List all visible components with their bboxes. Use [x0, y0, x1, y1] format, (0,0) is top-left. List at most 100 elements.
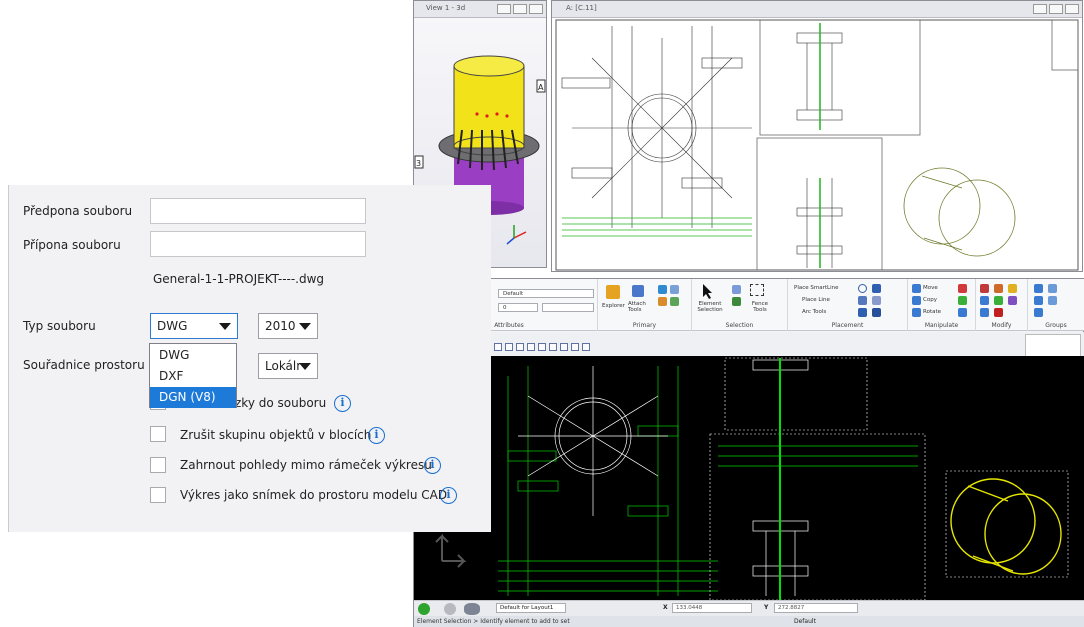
group-tool-icon[interactable]: [1048, 296, 1057, 305]
coordinate-space-dropdown[interactable]: Lokálr: [258, 353, 318, 379]
place-line-button[interactable]: Place Line: [802, 297, 830, 303]
selection-tool-icon[interactable]: [732, 297, 741, 306]
move-button[interactable]: Move: [923, 285, 938, 291]
file-type-value: DWG: [157, 319, 188, 333]
drawing-sheet: [555, 19, 1079, 271]
checkbox-references-label: zky do souboru: [235, 396, 327, 410]
cad-model-view[interactable]: [488, 356, 1084, 601]
view-minimize-button[interactable]: [497, 4, 511, 14]
file-type-dropdown[interactable]: DWG: [150, 313, 238, 339]
ribbon-group-modify: Modify: [976, 279, 1028, 331]
group-tool-icon[interactable]: [1048, 284, 1057, 293]
export-dialog: Předpona souboru Přípona souboru General…: [0, 185, 491, 532]
placement-tool-icon[interactable]: [858, 296, 867, 305]
view-toolbar: [414, 332, 1084, 356]
checkbox-drawing-as-snapshot[interactable]: [150, 487, 166, 503]
placement-tool-icon[interactable]: [858, 308, 867, 317]
z-axis-icon: [506, 237, 515, 245]
file-type-option-dwg[interactable]: DWG: [150, 345, 236, 366]
section-tag-3: 3: [416, 159, 421, 168]
text-tool-icon[interactable]: [872, 308, 881, 317]
copy-button[interactable]: Copy: [923, 297, 937, 303]
view-tool-icon[interactable]: [505, 343, 513, 351]
copy-icon[interactable]: [912, 296, 921, 305]
view-tool-icon[interactable]: [538, 343, 546, 351]
y-coordinate-field[interactable]: 272.8827: [774, 603, 858, 613]
info-icon[interactable]: i: [440, 487, 457, 504]
dwg-version-dropdown[interactable]: 2010: [258, 313, 318, 339]
attach-tools-label: Attach Tools: [628, 301, 646, 313]
move-icon[interactable]: [912, 284, 921, 293]
rotate-icon[interactable]: [912, 308, 921, 317]
arc-tools-button[interactable]: Arc Tools: [802, 309, 826, 315]
attach-tools-icon[interactable]: [632, 285, 644, 297]
modify-tool-icon[interactable]: [980, 284, 989, 293]
placement-tool-icon[interactable]: [872, 296, 881, 305]
primary-tool-icon[interactable]: [658, 297, 667, 306]
sheet-canvas[interactable]: [552, 18, 1082, 271]
view-restore-button[interactable]: [513, 4, 527, 14]
attributes-level-dropdown[interactable]: Default: [498, 289, 594, 298]
filename-preview: General-1-1-PROJEKT----.dwg: [153, 272, 325, 286]
delete-icon[interactable]: [994, 308, 1003, 317]
primary-tool-icon[interactable]: [670, 285, 679, 294]
active-model-dropdown[interactable]: Default for Layout1: [496, 603, 566, 613]
ribbon-group-groups: Groups: [1028, 279, 1084, 331]
checkbox-include-views[interactable]: [150, 457, 166, 473]
modify-tool-icon[interactable]: [980, 296, 989, 305]
view-tool-icon[interactable]: [516, 343, 524, 351]
attributes-weight-dropdown[interactable]: 0: [498, 303, 538, 312]
view-close-button[interactable]: [529, 4, 543, 14]
primary-tool-icon[interactable]: [670, 297, 679, 306]
view-tool-icon[interactable]: [527, 343, 535, 351]
view-tool-icon[interactable]: [494, 343, 502, 351]
sheet-restore-button[interactable]: [1049, 4, 1063, 14]
yellow-cylinder-top: [453, 55, 525, 77]
info-icon[interactable]: i: [368, 427, 385, 444]
selection-tool-icon[interactable]: [732, 285, 741, 294]
file-type-option-dxf[interactable]: DXF: [150, 366, 236, 387]
placement-tool-icon[interactable]: [872, 284, 881, 293]
element-selection-label: Element Selection: [697, 301, 723, 313]
title-block: [1051, 19, 1079, 71]
view-tool-icon[interactable]: [582, 343, 590, 351]
back-icon[interactable]: [418, 603, 430, 615]
circle-tool-icon[interactable]: [858, 284, 867, 293]
sheet-minimize-button[interactable]: [1033, 4, 1047, 14]
file-suffix-input[interactable]: [150, 231, 366, 257]
group-tool-icon[interactable]: [1034, 296, 1043, 305]
info-icon[interactable]: i: [334, 395, 351, 412]
primary-tool-icon[interactable]: [658, 285, 667, 294]
view-tool-icon[interactable]: [571, 343, 579, 351]
group-tool-icon[interactable]: [1034, 308, 1043, 317]
place-smartline-button[interactable]: Place SmartLine: [794, 285, 838, 291]
ribbon-group-selection-label: Selection: [725, 322, 754, 329]
manipulate-tool-icon[interactable]: [958, 284, 967, 293]
modify-tool-icon[interactable]: [994, 296, 1003, 305]
manipulate-tool-icon[interactable]: [958, 296, 967, 305]
manipulate-tool-icon[interactable]: [958, 308, 967, 317]
file-prefix-input[interactable]: [150, 198, 366, 224]
forward-icon[interactable]: [444, 603, 456, 615]
checkbox-explode-groups[interactable]: [150, 426, 166, 442]
element-selection-icon[interactable]: [702, 283, 714, 299]
y-coordinate-label: Y: [764, 604, 769, 611]
modify-tool-icon[interactable]: [1008, 296, 1017, 305]
model-icon[interactable]: [464, 603, 480, 615]
sheet-close-button[interactable]: [1065, 4, 1079, 14]
file-type-option-dgn[interactable]: DGN (V8): [150, 387, 236, 408]
fence-tools-icon[interactable]: [750, 284, 764, 296]
info-icon[interactable]: i: [424, 457, 441, 474]
explorer-icon[interactable]: [606, 285, 620, 299]
rotate-button[interactable]: Rotate: [923, 309, 941, 315]
modify-tool-icon[interactable]: [1008, 284, 1017, 293]
group-tool-icon[interactable]: [1034, 284, 1043, 293]
modify-tool-icon[interactable]: [980, 308, 989, 317]
attributes-style-dropdown[interactable]: [542, 303, 594, 312]
view-tool-icon[interactable]: [560, 343, 568, 351]
x-coordinate-field[interactable]: 133.0448: [672, 603, 752, 613]
cad-main-window[interactable]: Default 0 Attributes Explorer Attach Too…: [413, 278, 1084, 627]
sheet-view-window[interactable]: A: [C.11]: [551, 0, 1083, 272]
view-tool-icon[interactable]: [549, 343, 557, 351]
modify-tool-icon[interactable]: [994, 284, 1003, 293]
